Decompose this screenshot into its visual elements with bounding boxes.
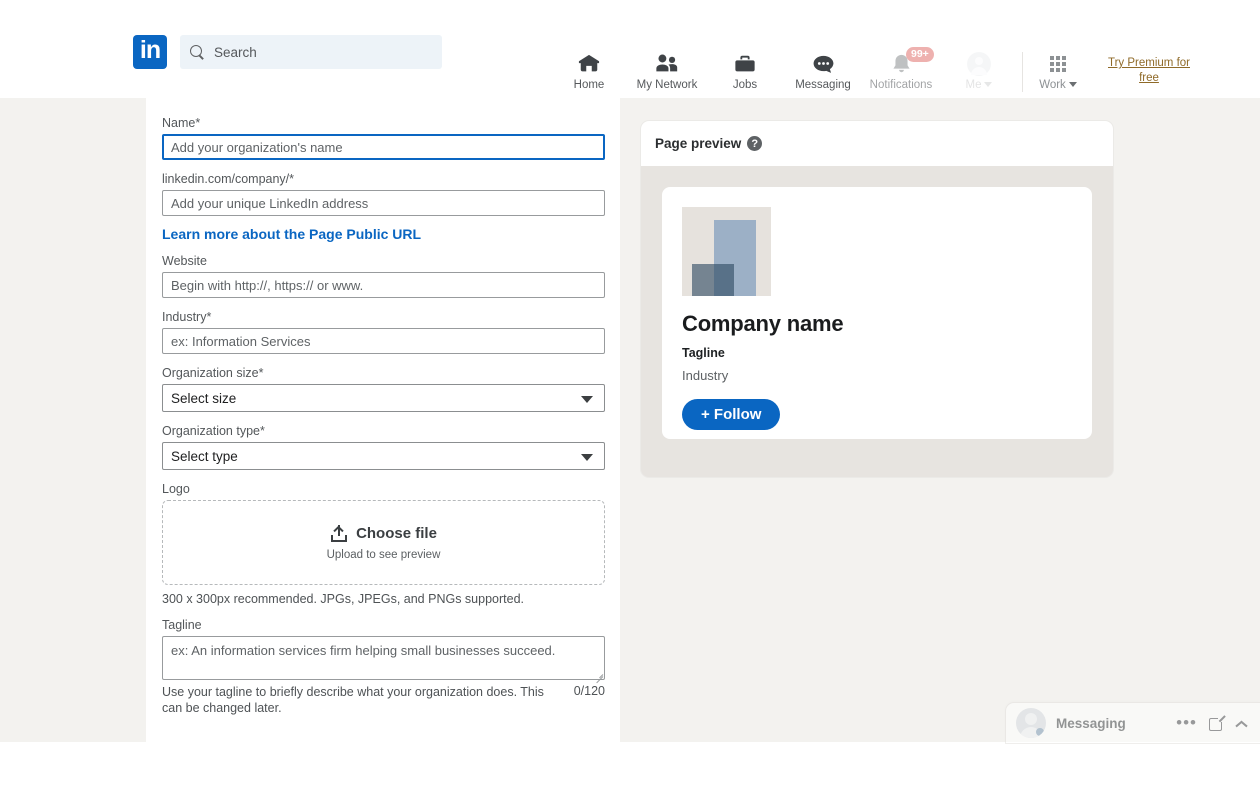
preview-tagline: Tagline <box>682 346 725 360</box>
follow-button[interactable]: + Follow <box>682 399 781 430</box>
page-preview-title: Page preview <box>655 136 742 151</box>
nav-item-notifications[interactable]: 99+ Notifications <box>862 47 940 91</box>
upload-hint-label: Upload to see preview <box>326 548 441 561</box>
avatar-icon <box>967 52 991 76</box>
org-type-value: Select type <box>171 448 238 464</box>
name-label: Name* <box>162 116 201 130</box>
chevron-down-icon <box>1068 82 1077 88</box>
chevron-down-icon <box>581 454 593 461</box>
search-box[interactable] <box>180 35 442 69</box>
website-input[interactable] <box>162 272 605 298</box>
work-text: Work <box>1039 79 1066 91</box>
tagline-label: Tagline <box>162 618 202 632</box>
briefcase-icon <box>734 52 756 76</box>
nav-item-messaging[interactable]: Messaging <box>784 52 862 91</box>
nav-item-home[interactable]: Home <box>550 52 628 91</box>
tagline-helper-text: Use your tagline to briefly describe wha… <box>162 685 544 715</box>
choose-file-row: Choose file <box>330 524 437 543</box>
company-preview-card: Company name Tagline Industry + Follow <box>662 187 1092 439</box>
org-size-label: Organization size* <box>162 366 264 380</box>
logo-helper-text: 300 x 300px recommended. JPGs, JPEGs, an… <box>162 592 524 606</box>
search-icon <box>190 44 205 60</box>
chevron-up-icon[interactable] <box>1236 717 1248 729</box>
nav-item-jobs-label: Jobs <box>732 79 758 91</box>
nav-item-work-label: Work <box>1039 79 1077 91</box>
nav-item-my-network-label: My Network <box>636 79 698 91</box>
org-size-value: Select size <box>171 390 237 406</box>
search-input[interactable] <box>214 44 414 60</box>
home-icon <box>578 52 600 76</box>
tagline-textarea[interactable] <box>162 636 605 680</box>
nav-item-home-label: Home <box>573 79 605 91</box>
nav-item-my-network[interactable]: My Network <box>628 52 706 91</box>
nav-right-group: Home My Network Jobs Messaging 99+ Notif… <box>550 47 1260 98</box>
chevron-down-icon <box>984 82 993 88</box>
people-icon <box>655 52 679 76</box>
public-url-input[interactable] <box>162 190 605 216</box>
more-options-icon[interactable]: ••• <box>1176 714 1197 731</box>
preview-company-name: Company name <box>682 311 844 336</box>
presence-dot-icon <box>1036 728 1044 736</box>
compose-message-icon[interactable] <box>1209 714 1226 731</box>
nav-item-me-label: Me <box>966 79 993 91</box>
global-navigation-bar: in Home <box>0 0 1260 98</box>
nav-item-jobs[interactable]: Jobs <box>706 52 784 91</box>
chevron-down-icon <box>581 396 593 403</box>
org-size-select[interactable]: Select size <box>162 384 605 412</box>
nav-item-notifications-label: Notifications <box>869 79 933 91</box>
nav-item-messaging-label: Messaging <box>795 79 851 91</box>
page-preview-header: Page preview ? <box>641 121 1113 166</box>
choose-file-label: Choose file <box>356 525 437 542</box>
grid-icon <box>1050 52 1066 76</box>
chat-bubble-icon <box>812 52 835 76</box>
help-icon[interactable]: ? <box>747 136 763 151</box>
messaging-label: Messaging <box>1056 715 1126 731</box>
logo-placeholder-icon <box>682 207 771 296</box>
industry-input[interactable] <box>162 328 605 354</box>
organization-details-form: Name* linkedin.com/company/* Learn more … <box>146 98 620 742</box>
messaging-avatar <box>1016 708 1046 738</box>
messaging-bar[interactable]: Messaging ••• <box>1006 703 1260 743</box>
nav-item-work[interactable]: Work <box>1027 52 1089 91</box>
org-size-select-wrap: Select size <box>162 384 605 412</box>
tagline-character-counter: 0/120 <box>573 684 605 698</box>
try-premium-link[interactable]: Try Premium for free <box>1097 56 1201 86</box>
preview-industry: Industry <box>682 368 729 383</box>
learn-more-public-url-link[interactable]: Learn more about the Page Public URL <box>162 226 604 242</box>
tagline-helper-row: Use your tagline to briefly describe wha… <box>162 680 605 716</box>
org-type-label: Organization type* <box>162 424 265 438</box>
page-preview-panel: Page preview ? Company name Tagline Indu… <box>641 121 1113 477</box>
industry-label: Industry* <box>162 310 212 324</box>
logo-upload-dropzone[interactable]: Choose file Upload to see preview <box>162 500 605 585</box>
upload-icon <box>330 524 348 543</box>
name-input[interactable] <box>162 134 605 160</box>
nav-item-me[interactable]: Me <box>940 52 1018 91</box>
nav-divider <box>1022 52 1023 92</box>
linkedin-logo-icon[interactable]: in <box>133 35 167 69</box>
website-label: Website <box>162 254 207 268</box>
tagline-textarea-wrap <box>162 636 605 680</box>
org-type-select[interactable]: Select type <box>162 442 605 470</box>
linkedin-create-page-screen: in Home <box>0 0 1260 800</box>
notifications-badge: 99+ <box>906 47 934 62</box>
org-type-select-wrap: Select type <box>162 442 605 470</box>
nav-left-group: in <box>133 35 442 69</box>
me-text: Me <box>965 79 982 91</box>
logo-label: Logo <box>162 482 190 496</box>
public-url-label: linkedin.com/company/* <box>162 172 295 186</box>
